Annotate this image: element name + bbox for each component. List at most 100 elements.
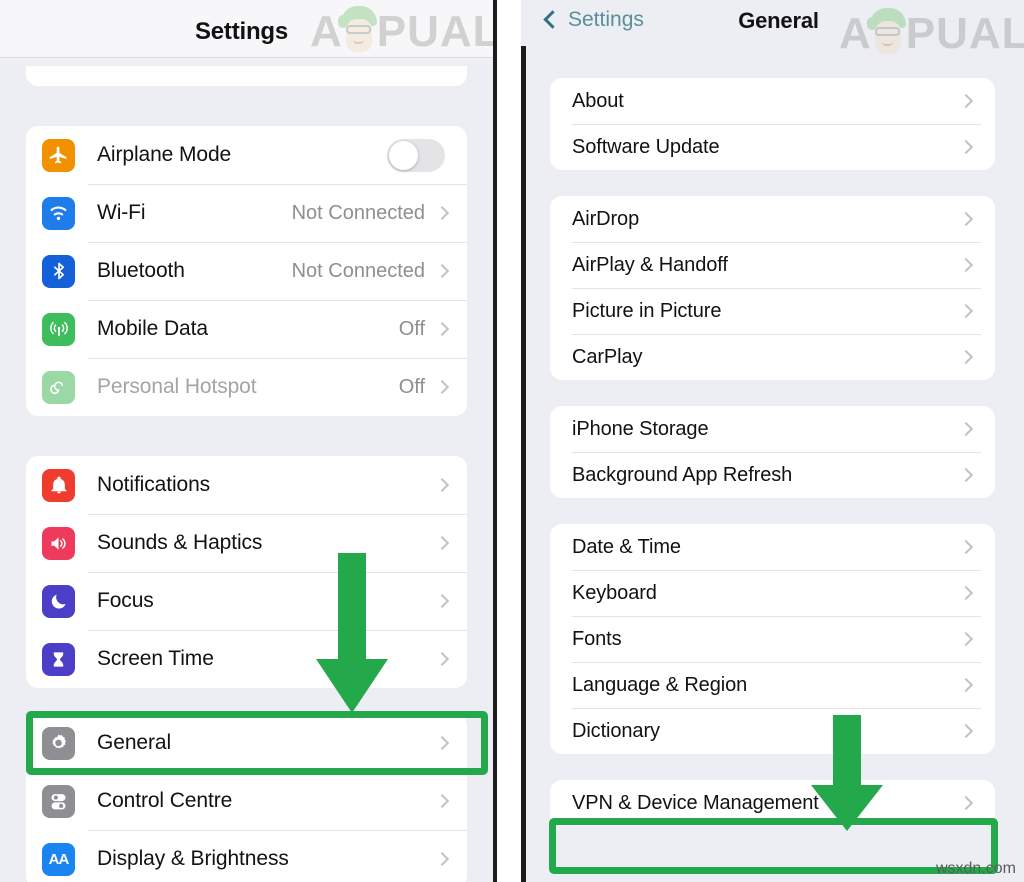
group-gap xyxy=(521,170,1024,196)
row-label: AirDrop xyxy=(572,207,640,230)
settings-row-general[interactable]: General xyxy=(26,714,467,772)
row-label: Keyboard xyxy=(572,581,657,604)
profile-row-partial[interactable] xyxy=(26,56,467,86)
wifi-icon xyxy=(42,196,75,230)
chevron-right-icon xyxy=(958,723,974,739)
toggle-knob xyxy=(389,140,418,170)
chevron-right-icon xyxy=(434,321,450,337)
chevron-right-icon xyxy=(434,851,450,867)
airplane-icon xyxy=(42,138,75,172)
general-group-vpn: VPN & Device Management xyxy=(550,780,995,826)
speaker-icon xyxy=(42,526,75,560)
general-row-iphone-storage[interactable]: iPhone Storage xyxy=(550,406,995,452)
settings-row-wifi[interactable]: Wi-Fi Not Connected xyxy=(26,184,467,242)
chevron-right-icon xyxy=(958,303,974,319)
row-label: Picture in Picture xyxy=(572,299,722,322)
screenshot-stage: Settings Airplane Mode Wi-Fi Not Connect… xyxy=(0,0,1024,882)
chevron-right-icon xyxy=(958,631,974,647)
row-label: Airplane Mode xyxy=(97,143,232,166)
gear-icon xyxy=(42,726,75,760)
general-row-software-update[interactable]: Software Update xyxy=(550,124,995,170)
chevron-right-icon xyxy=(434,793,450,809)
general-row-keyboard[interactable]: Keyboard xyxy=(550,570,995,616)
page-title: Settings xyxy=(194,18,289,45)
settings-row-focus[interactable]: Focus xyxy=(26,572,467,630)
row-label: Wi-Fi xyxy=(97,201,146,224)
row-label: iPhone Storage xyxy=(572,417,709,440)
chevron-right-icon xyxy=(434,477,450,493)
general-row-airdrop[interactable]: AirDrop xyxy=(550,196,995,242)
settings-row-notifications[interactable]: Notifications xyxy=(26,456,467,514)
cellular-icon xyxy=(42,312,75,346)
row-label: General xyxy=(97,731,172,754)
general-group-storage: iPhone Storage Background App Refresh xyxy=(550,406,995,498)
control-centre-icon xyxy=(42,784,75,818)
row-label: Focus xyxy=(97,589,154,612)
row-value: Off xyxy=(398,317,425,340)
general-row-fonts[interactable]: Fonts xyxy=(550,616,995,662)
chevron-right-icon xyxy=(958,677,974,693)
settings-row-display-brightness[interactable]: AA Display & Brightness xyxy=(26,830,467,882)
general-row-vpn-device-management[interactable]: VPN & Device Management xyxy=(550,780,995,826)
row-label: Control Centre xyxy=(97,789,233,812)
general-row-picture-in-picture[interactable]: Picture in Picture xyxy=(550,288,995,334)
general-row-date-time[interactable]: Date & Time xyxy=(550,524,995,570)
chevron-right-icon xyxy=(958,539,974,555)
general-row-language-region[interactable]: Language & Region xyxy=(550,662,995,708)
group-gap xyxy=(521,754,1024,780)
row-label: Personal Hotspot xyxy=(97,375,257,398)
general-group-about: About Software Update xyxy=(550,78,995,170)
chevron-right-icon xyxy=(958,795,974,811)
settings-group-notifications: Notifications Sounds & Haptics Focus Scr… xyxy=(26,456,467,688)
chevron-right-icon xyxy=(434,205,450,221)
chevron-right-icon xyxy=(958,139,974,155)
row-label: About xyxy=(572,89,624,112)
settings-row-mobile-data[interactable]: Mobile Data Off xyxy=(26,300,467,358)
general-row-airplay-handoff[interactable]: AirPlay & Handoff xyxy=(550,242,995,288)
right-navbar: Settings General xyxy=(521,0,1024,46)
general-group-sharing: AirDrop AirPlay & Handoff Picture in Pic… xyxy=(550,196,995,380)
scroll-fade xyxy=(0,58,493,66)
chevron-right-icon xyxy=(434,593,450,609)
row-label: Fonts xyxy=(572,627,622,650)
row-label: VPN & Device Management xyxy=(572,791,819,814)
row-label: Dictionary xyxy=(572,719,660,742)
chevron-right-icon xyxy=(958,421,974,437)
group-gap xyxy=(521,380,1024,406)
row-label: Language & Region xyxy=(572,673,748,696)
airplane-mode-toggle[interactable] xyxy=(387,138,445,172)
chevron-right-icon xyxy=(958,585,974,601)
group-gap xyxy=(0,688,493,714)
row-label: CarPlay xyxy=(572,345,643,368)
chevron-right-icon xyxy=(434,535,450,551)
general-row-background-app-refresh[interactable]: Background App Refresh xyxy=(550,452,995,498)
general-row-about[interactable]: About xyxy=(550,78,995,124)
row-value: Not Connected xyxy=(291,201,425,224)
settings-row-personal-hotspot[interactable]: Personal Hotspot Off xyxy=(26,358,467,416)
settings-row-airplane-mode[interactable]: Airplane Mode xyxy=(26,126,467,184)
chevron-right-icon xyxy=(958,349,974,365)
settings-row-screen-time[interactable]: Screen Time xyxy=(26,630,467,688)
chevron-right-icon xyxy=(434,263,450,279)
general-group-locale: Date & Time Keyboard Fonts Language & Re… xyxy=(550,524,995,754)
settings-row-control-centre[interactable]: Control Centre xyxy=(26,772,467,830)
settings-row-sounds-haptics[interactable]: Sounds & Haptics xyxy=(26,514,467,572)
row-value: Not Connected xyxy=(291,259,425,282)
settings-row-bluetooth[interactable]: Bluetooth Not Connected xyxy=(26,242,467,300)
general-row-carplay[interactable]: CarPlay xyxy=(550,334,995,380)
chevron-right-icon xyxy=(434,379,450,395)
left-scroll-content: Airplane Mode Wi-Fi Not Connected Blueto xyxy=(0,56,493,882)
settings-group-connectivity: Airplane Mode Wi-Fi Not Connected Blueto xyxy=(26,126,467,416)
chevron-right-icon xyxy=(958,257,974,273)
display-brightness-icon: AA xyxy=(42,842,75,876)
panel-divider xyxy=(497,0,521,882)
right-scroll-content: About Software Update AirDrop AirPlay & … xyxy=(521,46,1024,826)
site-watermark: wsxdn.com xyxy=(935,860,1016,877)
bell-icon xyxy=(42,468,75,502)
chevron-right-icon xyxy=(434,651,450,667)
row-label: Screen Time xyxy=(97,647,214,670)
general-row-dictionary[interactable]: Dictionary xyxy=(550,708,995,754)
page-title: General xyxy=(738,8,819,33)
row-label: Notifications xyxy=(97,473,211,496)
chevron-right-icon xyxy=(958,211,974,227)
